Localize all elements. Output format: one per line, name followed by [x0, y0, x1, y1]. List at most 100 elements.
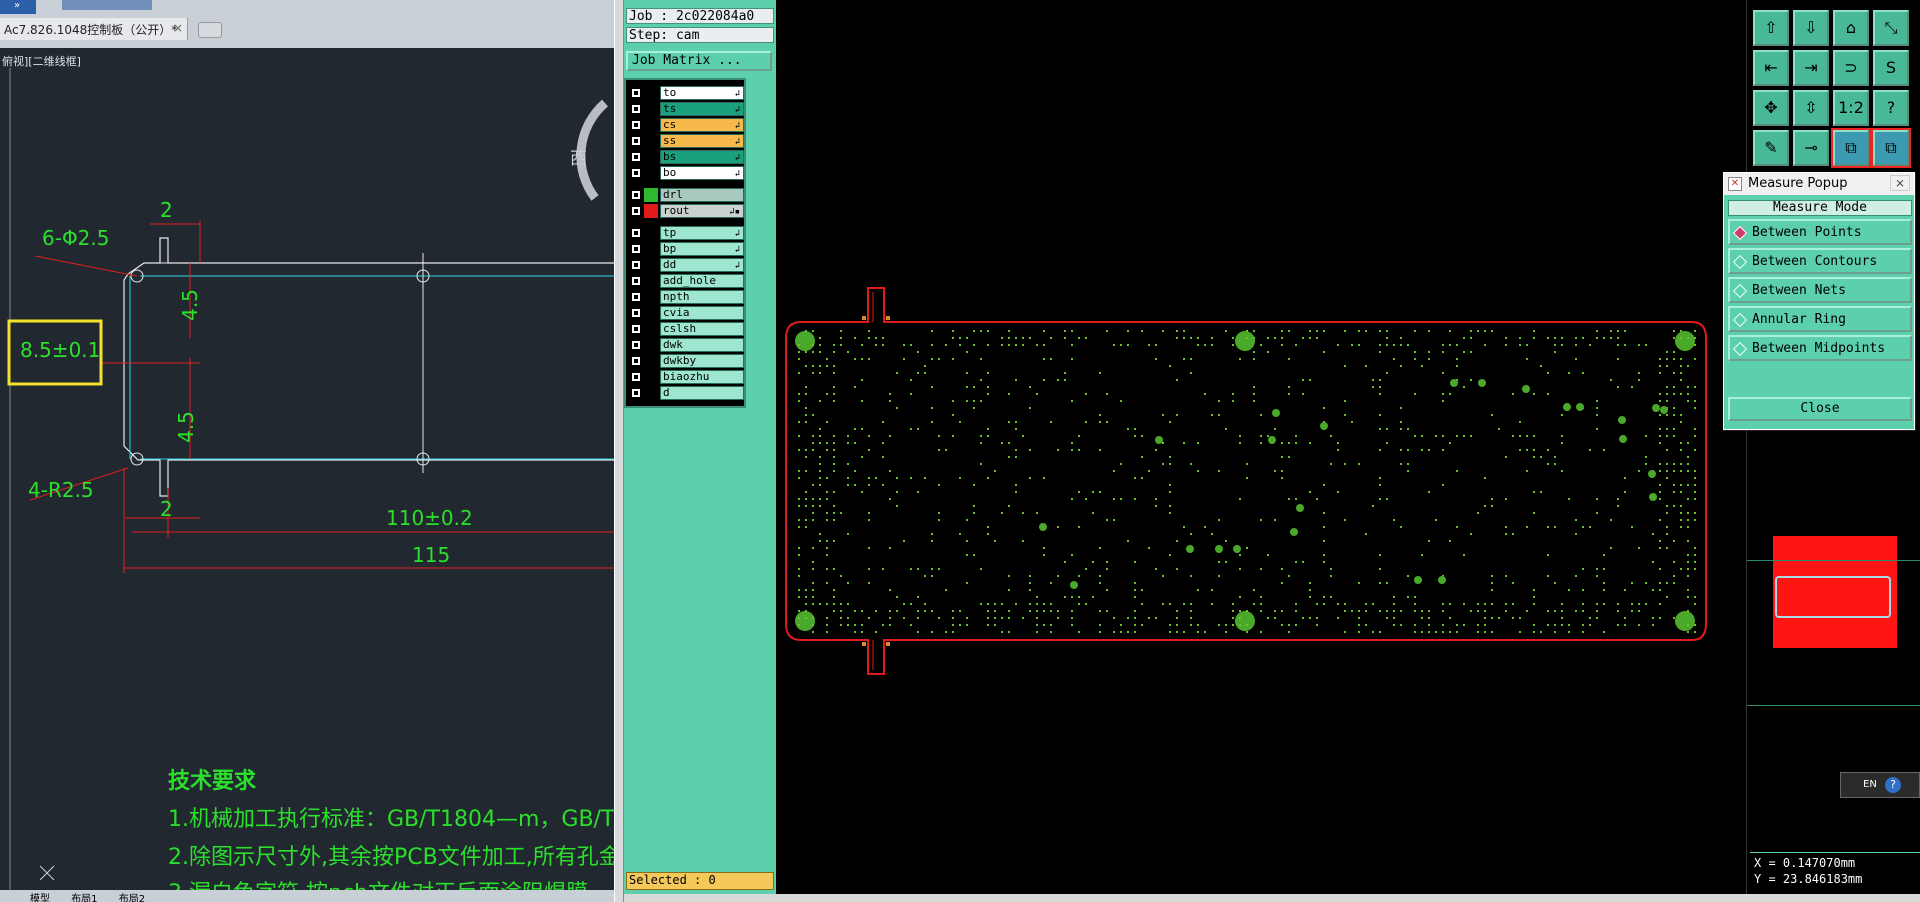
- layer-checkbox[interactable]: [631, 244, 641, 254]
- zoom-top-icon[interactable]: ⇧: [1753, 10, 1789, 46]
- layer-checkbox[interactable]: [631, 120, 641, 130]
- measure-option-between-nets[interactable]: Between Nets: [1728, 277, 1912, 303]
- layer-row-biaozhu[interactable]: biaozhu: [628, 370, 744, 384]
- layer-checkbox[interactable]: [631, 206, 641, 216]
- layer-name[interactable]: drl: [660, 188, 744, 202]
- layer-name[interactable]: ss ↲: [660, 134, 744, 148]
- layer-name[interactable]: add_hole: [660, 274, 744, 288]
- help-icon[interactable]: ?: [1885, 777, 1901, 793]
- layer-name[interactable]: ts ↲: [660, 102, 744, 116]
- measure-option-between-points[interactable]: Between Points: [1728, 219, 1912, 245]
- layer-row-cslsh[interactable]: cslsh: [628, 322, 744, 336]
- layer-checkbox[interactable]: [631, 308, 641, 318]
- fit-icon[interactable]: ⤡: [1873, 10, 1909, 46]
- layer-name[interactable]: biaozhu: [660, 370, 744, 384]
- layer-row-bs[interactable]: bs ↲: [628, 150, 744, 164]
- input-method-bar[interactable]: EN ?: [1840, 772, 1920, 798]
- layer-row-d[interactable]: d: [628, 386, 744, 400]
- layer-checkbox[interactable]: [631, 190, 641, 200]
- layer-checkbox[interactable]: [631, 388, 641, 398]
- layer-row-ss[interactable]: ss ↲: [628, 134, 744, 148]
- layer-row-add-hole[interactable]: add_hole: [628, 274, 744, 288]
- layer-name[interactable]: dd ↲: [660, 258, 744, 272]
- via: [966, 540, 968, 542]
- layer-row-ts[interactable]: ts ↲: [628, 102, 744, 116]
- home-icon[interactable]: ⌂: [1833, 10, 1869, 46]
- zoom-bottom-icon[interactable]: ⇩: [1793, 10, 1829, 46]
- layer-row-dwk[interactable]: dwk: [628, 338, 744, 352]
- close-button[interactable]: Close: [1728, 397, 1912, 421]
- layer-checkbox[interactable]: [631, 168, 641, 178]
- layer-name[interactable]: cs ↲: [660, 118, 744, 132]
- layer-row-drl[interactable]: drl: [628, 188, 744, 202]
- layer-row-cvia[interactable]: cvia: [628, 306, 744, 320]
- measure-popup-title[interactable]: Measure Popup: [1724, 173, 1914, 195]
- zoom-center-icon[interactable]: ⇳: [1793, 90, 1829, 126]
- layout-tab-1[interactable]: 布局1: [71, 894, 97, 902]
- redraw-icon[interactable]: S: [1873, 50, 1909, 86]
- pan-right-icon[interactable]: ⇥: [1793, 50, 1829, 86]
- measure-option-between-contours[interactable]: Between Contours: [1728, 248, 1912, 274]
- layer-name[interactable]: cvia: [660, 306, 744, 320]
- ime-language[interactable]: EN: [1863, 779, 1877, 790]
- layer-name[interactable]: tp ↲: [660, 226, 744, 240]
- layer-row-bp[interactable]: bp ↲: [628, 242, 744, 256]
- via: [1589, 624, 1591, 626]
- layer-row-npth[interactable]: npth: [628, 290, 744, 304]
- layer-row-dd[interactable]: dd ↲: [628, 258, 744, 272]
- layer-row-cs[interactable]: cs ↲: [628, 118, 744, 132]
- layer-checkbox[interactable]: [631, 372, 641, 382]
- layer-name[interactable]: bs ↲: [660, 150, 744, 164]
- measure-option-annular-ring[interactable]: Annular Ring: [1728, 306, 1912, 332]
- layer-checkbox[interactable]: [631, 104, 641, 114]
- scale-icon[interactable]: 1:2: [1833, 90, 1869, 126]
- layer-checkbox[interactable]: [631, 152, 641, 162]
- pcb-view[interactable]: [776, 0, 1746, 894]
- layer-checkbox[interactable]: [631, 340, 641, 350]
- layer-name[interactable]: cslsh: [660, 322, 744, 336]
- layer-row-rout[interactable]: rout ↲▪: [628, 204, 744, 218]
- layer-a-icon[interactable]: ⧉: [1831, 128, 1871, 168]
- zoom-fit-icon[interactable]: ✥: [1753, 90, 1789, 126]
- via: [1274, 519, 1276, 521]
- layer-name[interactable]: bo ↲: [660, 166, 744, 180]
- pan-left-icon[interactable]: ⇤: [1753, 50, 1789, 86]
- layer-name[interactable]: dwkby: [660, 354, 744, 368]
- layer-name[interactable]: rout ↲▪: [660, 204, 744, 218]
- window-divider[interactable]: [614, 0, 624, 902]
- layer-name[interactable]: d: [660, 386, 744, 400]
- cad-document-tab[interactable]: Ac7.826.1048控制板（公开）*: [0, 18, 188, 40]
- cad-drawing[interactable]: [0, 48, 614, 890]
- layer-checkbox[interactable]: [631, 324, 641, 334]
- layer-checkbox[interactable]: [631, 356, 641, 366]
- layer-checkbox[interactable]: [631, 88, 641, 98]
- layer-row-tp[interactable]: tp ↲: [628, 226, 744, 240]
- via: [1029, 589, 1031, 591]
- layer-row-dwkby[interactable]: dwkby: [628, 354, 744, 368]
- measure-option-between-midpoints[interactable]: Between Midpoints: [1728, 335, 1912, 361]
- layout-tab-2[interactable]: 布局2: [119, 894, 145, 902]
- layer-checkbox[interactable]: [631, 292, 641, 302]
- layer-checkbox[interactable]: [631, 276, 641, 286]
- window-icon[interactable]: ⊃: [1833, 50, 1869, 86]
- probe-icon[interactable]: ⊸: [1793, 130, 1829, 166]
- layer-name[interactable]: bp ↲: [660, 242, 744, 256]
- edit-icon[interactable]: ✎: [1753, 130, 1789, 166]
- close-icon[interactable]: ×: [173, 21, 185, 35]
- help-icon[interactable]: ?: [1873, 90, 1909, 126]
- close-icon[interactable]: ⨯: [1890, 175, 1910, 191]
- layer-checkbox[interactable]: [631, 228, 641, 238]
- layer-checkbox[interactable]: [631, 260, 641, 270]
- layer-row-bo[interactable]: bo ↲: [628, 166, 744, 180]
- layer-name[interactable]: dwk: [660, 338, 744, 352]
- layer-checkbox[interactable]: [631, 136, 641, 146]
- graphic-canvas[interactable]: [776, 0, 1746, 894]
- layer-b-icon[interactable]: ⧉: [1871, 128, 1911, 168]
- job-matrix-button[interactable]: Job Matrix ...: [626, 51, 772, 71]
- via: [1666, 435, 1668, 437]
- layout-tab-model[interactable]: 模型: [30, 894, 50, 902]
- new-tab-button[interactable]: [198, 22, 222, 38]
- layer-name[interactable]: npth: [660, 290, 744, 304]
- layer-row-to[interactable]: to ↲: [628, 86, 744, 100]
- layer-name[interactable]: to ↲: [660, 86, 744, 100]
